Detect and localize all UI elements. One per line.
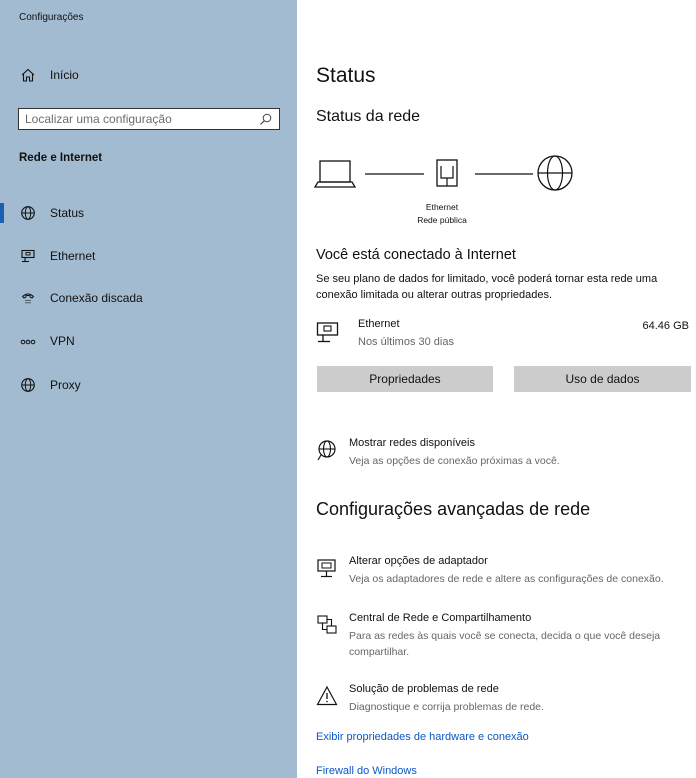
data-usage-value: 64.46 GB: [642, 320, 689, 332]
app-title: Configurações: [19, 12, 84, 23]
globe-icon: [317, 440, 336, 461]
home-label: Início: [50, 68, 79, 82]
sidebar-item-vpn[interactable]: VPN: [0, 328, 297, 354]
advanced-item-title: Central de Rede e Compartilhamento: [349, 612, 532, 624]
advanced-item-desc: Veja os adaptadores de rede e altere as …: [349, 573, 664, 585]
adapter-icon: [317, 559, 336, 578]
section-title: Rede e Internet: [19, 152, 103, 164]
sidebar: Configurações Início Rede e Internet Sta…: [0, 0, 297, 778]
ethernet-icon: [21, 249, 35, 263]
warning-icon: [316, 685, 338, 706]
show-networks-item[interactable]: Mostrar redes disponíveis Veja as opções…: [316, 437, 686, 471]
advanced-item-title: Solução de problemas de rede: [349, 683, 499, 695]
sidebar-item-dialup[interactable]: Conexão discada: [0, 285, 297, 311]
properties-button[interactable]: Propriedades: [317, 366, 493, 392]
search-box[interactable]: [18, 108, 280, 130]
network-status-title: Status da rede: [316, 108, 421, 125]
ethernet-icon: [316, 322, 339, 343]
advanced-item-title: Alterar opções de adaptador: [349, 555, 488, 567]
connected-description: Se seu plano de dados for limitado, você…: [316, 273, 658, 301]
change-adapter-options-item[interactable]: Alterar opções de adaptador Veja os adap…: [316, 555, 694, 589]
advanced-item-desc: Para as redes às quais você se conecta, …: [349, 630, 661, 642]
windows-firewall-link[interactable]: Firewall do Windows: [316, 765, 417, 777]
sidebar-item-status[interactable]: Status: [0, 200, 297, 226]
home-nav-item[interactable]: Início: [0, 62, 297, 88]
laptop-icon: [313, 160, 357, 188]
diagram-network-label: Rede pública: [417, 215, 467, 225]
data-usage-button[interactable]: Uso de dados: [514, 366, 691, 392]
search-icon[interactable]: [259, 113, 272, 126]
sidebar-item-label: Ethernet: [50, 249, 96, 263]
vpn-icon: [20, 339, 36, 345]
globe-icon: [21, 206, 35, 220]
ethernet-port-icon: [436, 159, 458, 187]
home-icon: [21, 68, 35, 82]
hardware-properties-link[interactable]: Exibir propriedades de hardware e conexã…: [316, 731, 529, 743]
advanced-settings-title: Configurações avançadas de rede: [316, 499, 591, 519]
globe-icon: [21, 378, 35, 392]
sidebar-item-ethernet[interactable]: Ethernet: [0, 243, 297, 269]
globe-icon: [537, 155, 573, 191]
sidebar-item-label: Conexão discada: [50, 291, 143, 305]
show-networks-title: Mostrar redes disponíveis: [349, 437, 475, 449]
dialup-icon: [21, 293, 35, 304]
network-troubleshooter-item[interactable]: Solução de problemas de rede Diagnostiqu…: [316, 683, 686, 717]
advanced-item-desc: compartilhar.: [349, 646, 410, 658]
connection-period: Nos últimos 30 dias: [358, 336, 454, 348]
sidebar-item-label: Status: [50, 206, 85, 220]
advanced-item-desc: Diagnostique e corrija problemas de rede…: [349, 701, 544, 713]
diagram-adapter-label: Ethernet: [425, 202, 459, 212]
network-sharing-center-item[interactable]: Central de Rede e Compartilhamento Para …: [316, 612, 694, 662]
main-content: Status Status da rede Ethernet Rede públ…: [297, 0, 696, 778]
show-networks-desc: Veja as opções de conexão próximas a voc…: [349, 455, 560, 467]
sidebar-item-label: Proxy: [50, 378, 81, 392]
connected-title: Você está conectado à Internet: [316, 247, 516, 263]
page-title: Status: [316, 64, 376, 87]
connection-name: Ethernet: [358, 318, 400, 330]
sidebar-item-proxy[interactable]: Proxy: [0, 372, 297, 398]
search-input[interactable]: [25, 112, 247, 126]
network-sharing-icon: [317, 615, 337, 634]
sidebar-item-label: VPN: [50, 334, 75, 348]
connection-row: Ethernet Nos últimos 30 dias 64.46 GB: [316, 318, 693, 354]
selected-indicator: [0, 203, 4, 223]
